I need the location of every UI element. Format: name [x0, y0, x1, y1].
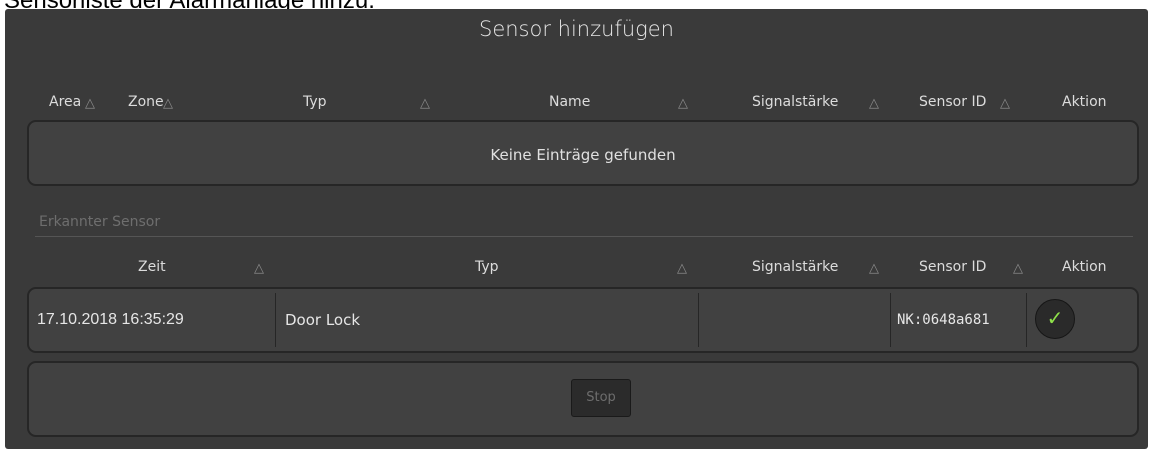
header-name-label: Name [549, 94, 591, 110]
header-zeit[interactable]: Zeit [138, 259, 166, 275]
sensor-list-empty: Keine Einträge gefunden [27, 120, 1139, 186]
row-signal [705, 289, 885, 351]
sort-sensor-id-icon[interactable]: △ [1000, 96, 1012, 109]
header-area[interactable]: Area [49, 94, 81, 110]
sort-area-icon[interactable]: △ [85, 96, 97, 109]
header-detected-typ-label: Typ [475, 259, 499, 275]
header-aktion: Aktion [1062, 94, 1107, 110]
cell-divider [890, 293, 891, 347]
cell-divider [275, 293, 276, 347]
header-signal-label: Signalstärke [752, 94, 839, 110]
header-signal[interactable]: Signalstärke [752, 94, 838, 110]
cell-divider [698, 293, 699, 347]
empty-message: Keine Einträge gefunden [490, 146, 676, 164]
stop-button[interactable]: Stop [571, 379, 631, 417]
header-detected-sensor-id-label: Sensor ID [919, 259, 987, 275]
sort-name-icon[interactable]: △ [678, 96, 690, 109]
cell-divider [1026, 293, 1027, 347]
sort-detected-typ-icon[interactable]: △ [677, 261, 689, 274]
header-detected-sensor-id[interactable]: Sensor ID [919, 259, 986, 275]
row-sensor-id: NK:0648a681 [897, 312, 990, 328]
row-type: Door Lock [285, 311, 361, 329]
header-zone[interactable]: Zone [128, 94, 164, 110]
sort-zone-icon[interactable]: △ [163, 96, 175, 109]
header-detected-typ[interactable]: Typ [475, 259, 499, 275]
header-aktion-label: Aktion [1062, 94, 1107, 110]
detected-sensor-label: Erkannter Sensor [39, 214, 161, 230]
dialog-title: Sensor hinzufügen [479, 17, 674, 41]
sort-signal-icon[interactable]: △ [869, 96, 881, 109]
header-typ-label: Typ [303, 94, 327, 110]
header-zone-label: Zone [128, 94, 164, 110]
header-detected-signal[interactable]: Signalstärke [752, 259, 838, 275]
header-detected-signal-label: Signalstärke [752, 259, 839, 275]
header-typ[interactable]: Typ [303, 94, 327, 110]
stop-bar: Stop [27, 361, 1139, 437]
sort-zeit-icon[interactable]: △ [254, 261, 266, 274]
sort-detected-signal-icon[interactable]: △ [869, 261, 881, 274]
header-detected-aktion-label: Aktion [1062, 259, 1107, 275]
check-icon: ✓ [1046, 308, 1064, 330]
section-divider [35, 236, 1133, 237]
confirm-sensor-button[interactable]: ✓ [1035, 299, 1075, 339]
sensor-dialog: Sensor hinzufügen Area △ Zone △ Typ △ Na… [5, 9, 1148, 449]
header-area-label: Area [49, 94, 82, 110]
sort-typ-icon[interactable]: △ [420, 96, 432, 109]
table-row[interactable]: 17.10.2018 16:35:29 Door Lock NK:0648a68… [27, 287, 1139, 353]
header-sensor-id[interactable]: Sensor ID [919, 94, 986, 110]
row-time: 17.10.2018 16:35:29 [37, 311, 184, 328]
header-sensor-id-label: Sensor ID [919, 94, 987, 110]
header-detected-aktion: Aktion [1062, 259, 1107, 275]
header-name[interactable]: Name [549, 94, 590, 110]
sort-detected-sensor-id-icon[interactable]: △ [1013, 261, 1025, 274]
header-zeit-label: Zeit [138, 259, 166, 275]
